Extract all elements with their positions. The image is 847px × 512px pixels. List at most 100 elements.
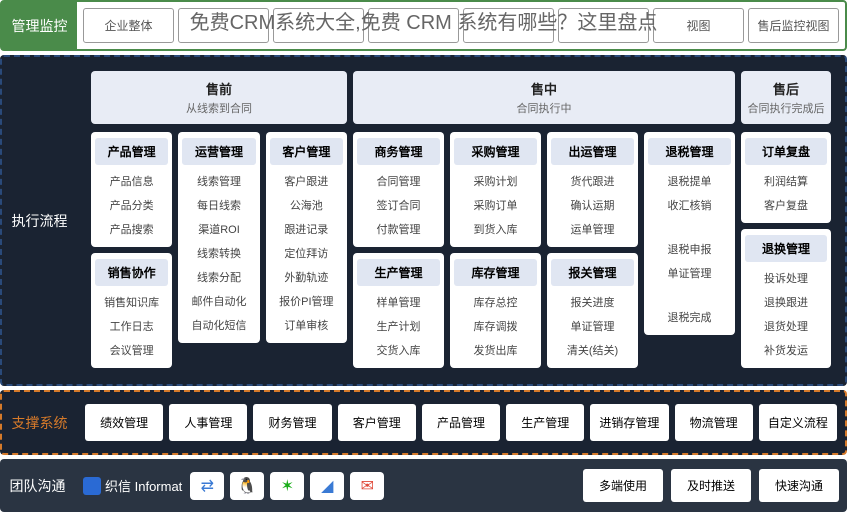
support-item-7[interactable]: 物流管理 — [675, 404, 753, 441]
module-item[interactable]: 客户复盘 — [745, 193, 827, 217]
module-采购管理: 采购管理采购计划采购订单到货入库 — [450, 132, 541, 247]
module-column: 产品管理产品信息产品分类产品搜索销售协作销售知识库工作日志会议管理 — [91, 132, 172, 368]
module-title: 运营管理 — [182, 138, 255, 165]
module-item[interactable]: 自动化短信 — [182, 313, 255, 337]
module-销售协作: 销售协作销售知识库工作日志会议管理 — [91, 253, 172, 368]
module-item[interactable]: 单证管理 — [551, 314, 634, 338]
module-item[interactable] — [648, 285, 731, 305]
phase-pre: 售前 从线索到合同 — [91, 71, 347, 124]
mgmt-item-7[interactable]: 售后监控视图 — [748, 8, 839, 43]
support-item-4[interactable]: 产品管理 — [422, 404, 500, 441]
module-item[interactable]: 线索管理 — [182, 169, 255, 193]
module-item[interactable]: 客户跟进 — [270, 169, 343, 193]
module-item[interactable]: 样单管理 — [357, 290, 440, 314]
module-item[interactable]: 生产计划 — [357, 314, 440, 338]
support-item-1[interactable]: 人事管理 — [169, 404, 247, 441]
module-客户管理: 客户管理客户跟进公海池跟进记录定位拜访外勤轨迹报价PI管理订单审核 — [266, 132, 347, 343]
qq-icon[interactable]: 🐧 — [230, 472, 264, 500]
support-item-2[interactable]: 财务管理 — [253, 404, 331, 441]
module-item[interactable]: 货代跟进 — [551, 169, 634, 193]
module-item[interactable]: 订单审核 — [270, 313, 343, 337]
phase-mid: 售中 合同执行中 — [353, 71, 735, 124]
module-item[interactable]: 退货处理 — [745, 314, 827, 338]
module-column: 退税管理退税提单收汇核销 退税申报单证管理 退税完成 — [644, 132, 735, 368]
module-item[interactable]: 库存总控 — [454, 290, 537, 314]
module-item[interactable]: 会议管理 — [95, 338, 168, 362]
mgmt-item-5[interactable] — [558, 8, 649, 43]
phase-row: 售前 从线索到合同 售中 合同执行中 售后 合同执行完成后 — [83, 63, 839, 128]
exchange-icon[interactable]: ⇄ — [190, 472, 224, 500]
module-item[interactable]: 销售知识库 — [95, 290, 168, 314]
module-item[interactable]: 退税提单 — [648, 169, 731, 193]
mgmt-item-2[interactable] — [273, 8, 364, 43]
support-item-0[interactable]: 绩效管理 — [85, 404, 163, 441]
module-item[interactable]: 库存调拨 — [454, 314, 537, 338]
module-item[interactable]: 退税完成 — [648, 305, 731, 329]
comm-button-0[interactable]: 多端使用 — [583, 469, 663, 502]
module-item[interactable]: 发货出库 — [454, 338, 537, 362]
phase-pre-title: 售前 — [91, 79, 347, 98]
mgmt-item-4[interactable] — [463, 8, 554, 43]
module-item[interactable]: 线索转换 — [182, 241, 255, 265]
module-item[interactable]: 产品搜索 — [95, 217, 168, 241]
module-item[interactable]: 采购计划 — [454, 169, 537, 193]
module-item[interactable]: 渠道ROI — [182, 217, 255, 241]
module-column: 客户管理客户跟进公海池跟进记录定位拜访外勤轨迹报价PI管理订单审核 — [266, 132, 347, 368]
module-item[interactable]: 退换跟进 — [745, 290, 827, 314]
section-management: 管理监控 企业整体 视图售后监控视图 — [0, 0, 847, 51]
module-item[interactable]: 邮件自动化 — [182, 289, 255, 313]
module-item[interactable]: 付款管理 — [357, 217, 440, 241]
module-item[interactable]: 产品信息 — [95, 169, 168, 193]
module-item[interactable]: 清关(结关) — [551, 338, 634, 362]
mail-icon[interactable]: ✉ — [350, 472, 384, 500]
module-item[interactable]: 利润结算 — [745, 169, 827, 193]
module-订单复盘: 订单复盘利润结算客户复盘 — [741, 132, 831, 223]
support-item-5[interactable]: 生产管理 — [506, 404, 584, 441]
module-item[interactable]: 工作日志 — [95, 314, 168, 338]
module-item[interactable]: 每日线索 — [182, 193, 255, 217]
module-item[interactable]: 单证管理 — [648, 261, 731, 285]
module-item[interactable]: 确认运期 — [551, 193, 634, 217]
module-item[interactable]: 线索分配 — [182, 265, 255, 289]
phase-post: 售后 合同执行完成后 — [741, 71, 831, 124]
module-item[interactable]: 到货入库 — [454, 217, 537, 241]
module-item[interactable]: 产品分类 — [95, 193, 168, 217]
mgmt-item-0[interactable]: 企业整体 — [83, 8, 174, 43]
module-item[interactable]: 合同管理 — [357, 169, 440, 193]
mgmt-item-6[interactable]: 视图 — [653, 8, 744, 43]
mgmt-item-3[interactable] — [368, 8, 459, 43]
wechat-icon[interactable]: ✶ — [270, 472, 304, 500]
module-item[interactable] — [648, 217, 731, 237]
module-退换管理: 退换管理投诉处理退换跟进退货处理补货发运 — [741, 229, 831, 368]
support-item-8[interactable]: 自定义流程 — [759, 404, 837, 441]
phase-post-sub: 合同执行完成后 — [741, 100, 831, 116]
module-item[interactable]: 定位拜访 — [270, 241, 343, 265]
module-item[interactable]: 外勤轨迹 — [270, 265, 343, 289]
module-item[interactable]: 跟进记录 — [270, 217, 343, 241]
phase-mid-title: 售中 — [353, 79, 735, 98]
module-item[interactable]: 交货入库 — [357, 338, 440, 362]
module-item[interactable]: 运单管理 — [551, 217, 634, 241]
module-item[interactable]: 公海池 — [270, 193, 343, 217]
comm-button-1[interactable]: 及时推送 — [671, 469, 751, 502]
module-item[interactable]: 补货发运 — [745, 338, 827, 362]
comm-button-2[interactable]: 快速沟通 — [759, 469, 839, 502]
brand-text: 织信 Informat — [105, 476, 182, 495]
module-item[interactable]: 退税申报 — [648, 237, 731, 261]
module-item[interactable]: 报价PI管理 — [270, 289, 343, 313]
section-label-management: 管理监控 — [2, 2, 77, 49]
module-title: 商务管理 — [357, 138, 440, 165]
module-item[interactable]: 签订合同 — [357, 193, 440, 217]
support-item-3[interactable]: 客户管理 — [338, 404, 416, 441]
dingtalk-icon[interactable]: ◢ — [310, 472, 344, 500]
module-item[interactable]: 采购订单 — [454, 193, 537, 217]
module-item[interactable]: 报关进度 — [551, 290, 634, 314]
section-label-execution: 执行流程 — [2, 57, 77, 384]
mgmt-item-1[interactable] — [178, 8, 269, 43]
phase-post-title: 售后 — [741, 79, 831, 98]
module-运营管理: 运营管理线索管理每日线索渠道ROI线索转换线索分配邮件自动化自动化短信 — [178, 132, 259, 343]
module-title: 报关管理 — [551, 259, 634, 286]
module-item[interactable]: 收汇核销 — [648, 193, 731, 217]
support-item-6[interactable]: 进销存管理 — [590, 404, 668, 441]
module-item[interactable]: 投诉处理 — [745, 266, 827, 290]
